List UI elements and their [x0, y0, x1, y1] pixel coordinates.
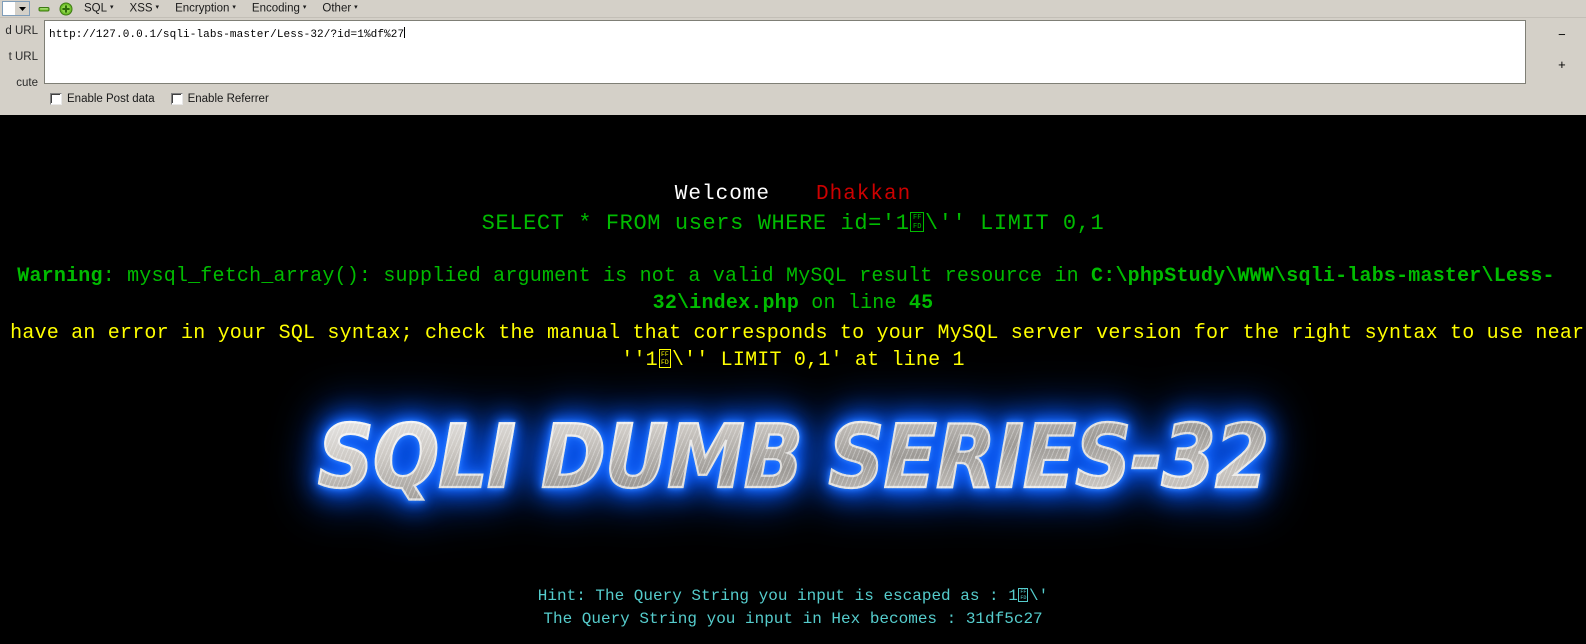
- menu-sql[interactable]: SQL ▾: [74, 0, 120, 17]
- mysql-error-suffix: \'' LIMIT 0,1' at line 1: [671, 349, 965, 372]
- warning-file-path: C:\phpStudy\WWW\sqli-labs-master\Less-: [1091, 265, 1555, 288]
- hint-escaped-prefix: Hint: The Query String you input is esca…: [537, 587, 1018, 605]
- menu-encryption-label: Encryption: [175, 2, 230, 15]
- text-caret: [404, 27, 406, 38]
- chevron-down-icon: ▾: [232, 3, 236, 11]
- url-input-value: http://127.0.0.1/sqli-labs-master/Less-3…: [49, 29, 405, 41]
- increase-button[interactable]: +: [1556, 50, 1584, 80]
- warning-body: : mysql_fetch_array(): supplied argument…: [102, 265, 1092, 288]
- mysql-error-line-2: ''1 FF FD \'' LIMIT 0,1' at line 1: [0, 347, 1586, 374]
- enable-referrer-label: Enable Referrer: [187, 93, 269, 105]
- enable-post-data-option[interactable]: Enable Post data: [50, 93, 155, 105]
- hackbar-menubar: SQL ▾ XSS ▾ Encryption ▾ Encoding ▾ Other ▾: [0, 0, 1586, 18]
- hackbar-options: Enable Post data Enable Referrer: [50, 93, 269, 105]
- hint-line-hex: The Query String you input in Hex become…: [543, 610, 1043, 629]
- browser-content: Welcome Dhakkan SELECT * FROM users WHERE…: [0, 115, 1586, 644]
- url-input[interactable]: http://127.0.0.1/sqli-labs-master/Less-3…: [44, 20, 1526, 84]
- warning-file-name: 32\index.php: [652, 292, 800, 315]
- enable-referrer-checkbox[interactable]: [170, 93, 183, 105]
- hint-block: Hint: The Query String you input is esca…: [0, 585, 1586, 631]
- menu-xss-label: XSS: [129, 2, 153, 15]
- menu-encoding-label: Encoding: [251, 2, 300, 15]
- replacement-char-glyph: FF FD: [1018, 587, 1029, 603]
- replacement-char-lo: FD: [1020, 594, 1027, 601]
- php-warning-message: Warning: mysql_fetch_array(): supplied a…: [0, 263, 1586, 317]
- php-warning-line-2: 32\index.php on line 45: [0, 290, 1586, 317]
- hint-line-escaped: Hint: The Query String you input is esca…: [0, 585, 1586, 608]
- remove-icon[interactable]: [36, 1, 52, 17]
- menu-xss[interactable]: XSS ▾: [120, 0, 166, 17]
- sql-query-echo: SELECT * FROM users WHERE id='1 FF FD \'' L…: [0, 211, 1586, 236]
- execute-button[interactable]: cute: [0, 70, 42, 96]
- page-title: SQLI DUMB SERIES-32: [317, 404, 1270, 512]
- load-url-button[interactable]: d URL: [0, 18, 42, 44]
- sql-query-prefix: SELECT * FROM users WHERE id='1: [481, 211, 910, 236]
- decrease-button[interactable]: −: [1556, 20, 1584, 50]
- add-icon[interactable]: [58, 1, 74, 17]
- mysql-error-line-1: u have an error in your SQL syntax; chec…: [0, 322, 1585, 345]
- hint-escaped-suffix: \': [1029, 587, 1049, 605]
- chevron-down-icon: ▾: [110, 3, 114, 11]
- replacement-char-glyph: FF FD: [910, 211, 925, 233]
- chevron-down-icon: ▾: [354, 3, 358, 11]
- warning-label: Warning: [17, 265, 103, 288]
- warning-online-text: on line: [799, 292, 909, 315]
- mysql-error-message: u have an error in your SQL syntax; chec…: [0, 320, 1586, 374]
- menu-sql-label: SQL: [84, 2, 108, 15]
- warning-line-number: 45: [908, 292, 934, 315]
- enable-post-data-label: Enable Post data: [67, 93, 155, 105]
- split-url-button[interactable]: t URL: [0, 44, 42, 70]
- menu-encoding[interactable]: Encoding ▾: [242, 0, 312, 17]
- hackbar-side-buttons: − +: [1556, 20, 1584, 84]
- mysql-error-prefix: ''1: [621, 349, 658, 372]
- url-history-dropdown[interactable]: [2, 1, 30, 16]
- replacement-char-lo: FD: [912, 222, 922, 231]
- chevron-down-icon: ▾: [302, 3, 307, 11]
- hackbar-action-labels: d URL t URL cute: [0, 18, 42, 98]
- replacement-char-glyph: FF FD: [658, 349, 672, 368]
- enable-referrer-option[interactable]: Enable Referrer: [170, 93, 269, 105]
- chevron-down-icon[interactable]: [14, 2, 29, 15]
- sql-query-suffix: \'' LIMIT 0,1: [924, 211, 1105, 236]
- enable-post-data-checkbox[interactable]: [50, 93, 62, 105]
- menu-other[interactable]: Other ▾: [312, 0, 363, 17]
- welcome-text: Welcome: [674, 183, 770, 206]
- username-text: Dhakkan: [816, 183, 912, 206]
- replacement-char-lo: FD: [661, 359, 669, 367]
- chevron-down-icon: ▾: [155, 3, 160, 11]
- welcome-banner: Welcome Dhakkan: [0, 183, 1586, 206]
- php-warning-line-1: Warning: mysql_fetch_array(): supplied a…: [17, 263, 1554, 290]
- page-title-banner: SQLI DUMB SERIES-32: [0, 404, 1586, 512]
- hackbar-panel: SQL ▾ XSS ▾ Encryption ▾ Encoding ▾ Other ▾ d…: [0, 0, 1586, 115]
- menu-encryption[interactable]: Encryption ▾: [165, 0, 242, 17]
- menu-other-label: Other: [322, 2, 352, 15]
